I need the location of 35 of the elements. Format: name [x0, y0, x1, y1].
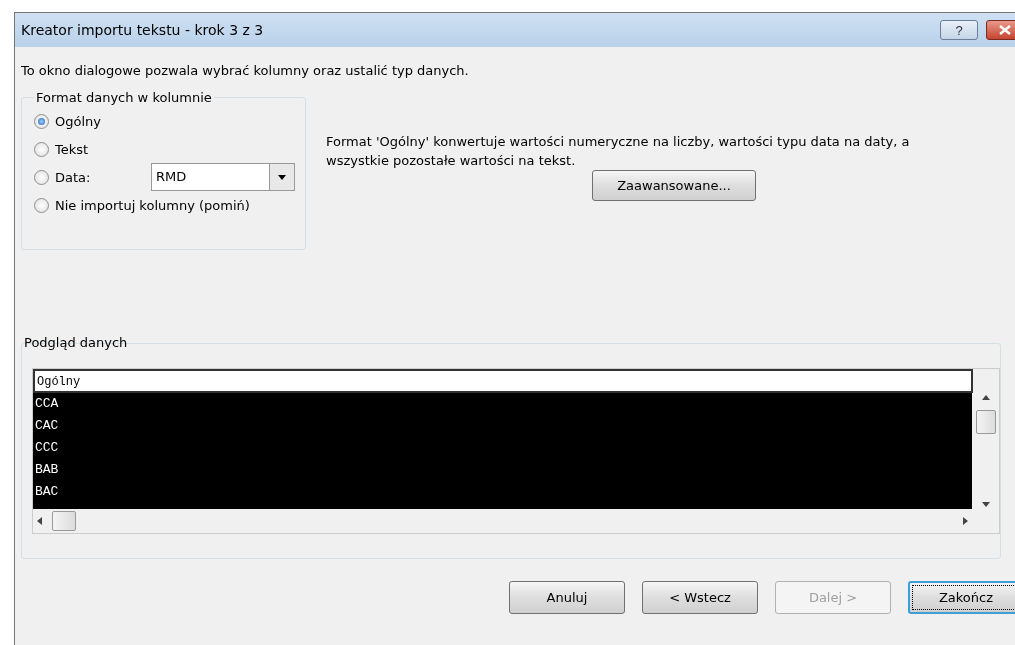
- option-label[interactable]: Data:: [55, 169, 125, 185]
- radio-button[interactable]: [34, 113, 49, 129]
- dropdown-arrow-icon: [278, 174, 286, 180]
- table-cell-text: CCC: [34, 439, 60, 457]
- table-cell-text: BAC: [34, 483, 60, 501]
- scroll-up-icon: [981, 395, 990, 400]
- table-cell-text: BAB: [34, 461, 60, 479]
- scroll-thumb[interactable]: [52, 511, 76, 531]
- radio-button[interactable]: [34, 169, 49, 185]
- wizard-button[interactable]: Anuluj: [509, 581, 625, 614]
- instruction-text: To okno dialogowe pozwala wybrać kolumny oraz ustalić typ danych.: [21, 63, 470, 78]
- option-label[interactable]: Nie importuj kolumny (pomiń): [55, 197, 250, 213]
- scroll-left-icon: [37, 517, 42, 525]
- option-label[interactable]: Tekst: [55, 141, 89, 157]
- group-title: Podgląd danych: [23, 335, 129, 350]
- table-cell-text: CAC: [34, 417, 60, 435]
- option-label[interactable]: Ogólny: [55, 113, 101, 129]
- table-cell-text: CCA: [34, 395, 60, 413]
- group-title: Format danych w kolumnie: [35, 90, 213, 105]
- selected-column[interactable]: CCA CAC CCC BAB BAC: [33, 393, 972, 509]
- radio-button[interactable]: [34, 197, 49, 213]
- scroll-right-icon: [963, 517, 968, 525]
- scroll-down-icon: [981, 502, 990, 507]
- help-button[interactable]: ?: [940, 20, 978, 40]
- column-header[interactable]: Ogólny: [33, 369, 973, 393]
- finish-button[interactable]: Zakończ: [908, 581, 1015, 614]
- radio-button[interactable]: [34, 141, 49, 157]
- advanced-button[interactable]: Zaawansowane...: [592, 170, 756, 201]
- close-button[interactable]: [986, 20, 1015, 40]
- close-icon: [999, 25, 1011, 35]
- scroll-thumb[interactable]: [975, 410, 996, 434]
- format-description: Format 'Ogólny' konwertuje wartości numeryczne na liczby, wartości typu data na daty, a wszystkie pozostałe wartości na tekst.: [326, 133, 910, 170]
- window-title: Kreator importu tekstu - krok 3 z 3: [21, 22, 265, 38]
- date-order-dropdown[interactable]: RMD: [151, 163, 295, 191]
- wizard-button[interactable]: < Wstecz: [642, 581, 758, 614]
